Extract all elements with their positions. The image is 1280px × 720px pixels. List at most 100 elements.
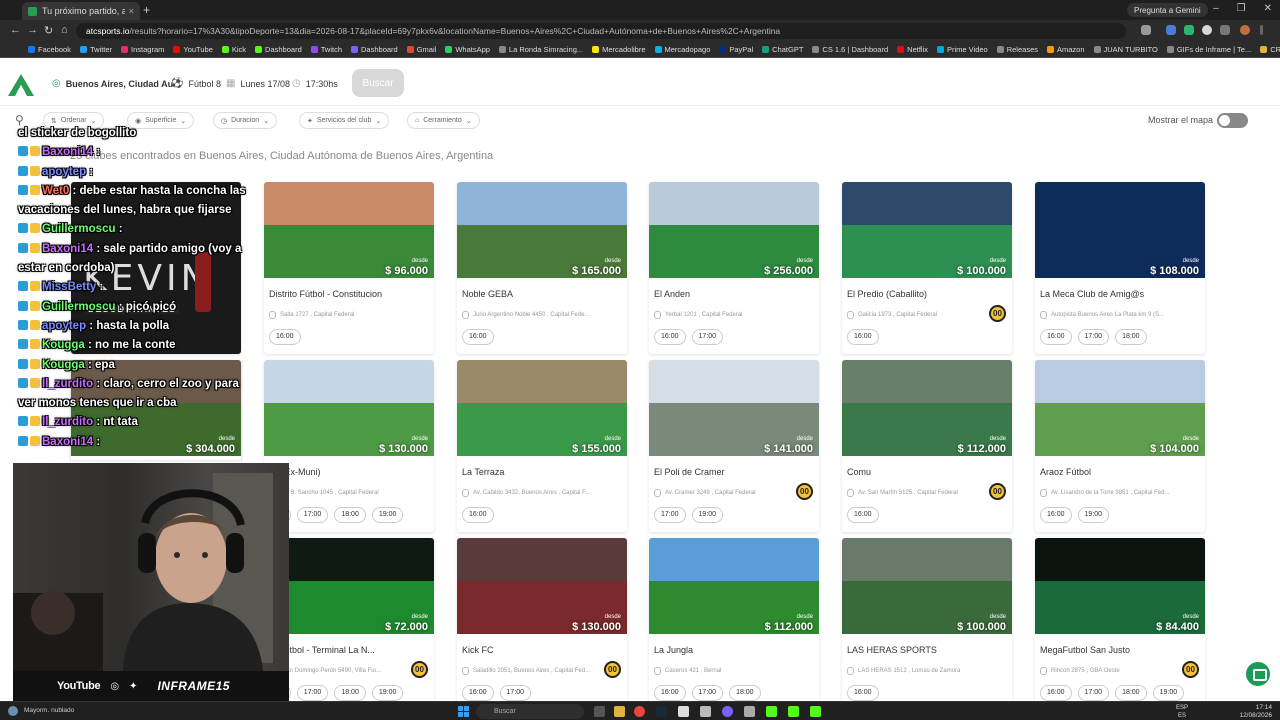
club-card[interactable]: desde $ 100.000 LAS HERAS SPORTS LAS HERAS … xyxy=(842,538,1012,710)
club-card[interactable]: desde $ 130.000 Kick FC Saladillo 2051, Bue… xyxy=(457,538,627,710)
app-icon[interactable] xyxy=(722,706,733,717)
time-slot-button[interactable]: 18:00 xyxy=(334,507,366,523)
bookmark-item[interactable]: CS 1.6 | Dashboard xyxy=(812,45,888,54)
search-button[interactable]: Buscar xyxy=(352,69,404,97)
bookmark-item[interactable]: Instagram xyxy=(121,45,164,54)
bookmark-item[interactable]: Gmail xyxy=(406,45,436,54)
minimize-icon[interactable]: – xyxy=(1213,3,1219,14)
bookmark-item[interactable]: CRIPTO xyxy=(1260,45,1280,54)
club-photo[interactable] xyxy=(842,182,1012,278)
browser-tab[interactable]: Tu próximo partido, a un lin × xyxy=(22,2,140,20)
windows-start-icon[interactable] xyxy=(458,706,469,717)
club-name[interactable]: Noble GEBA xyxy=(462,289,513,299)
time-slot-button[interactable]: 19:00 xyxy=(691,507,724,523)
club-name[interactable]: La Meca Club de Amig@s xyxy=(1040,289,1144,299)
chat-username[interactable]: Guillermoscu xyxy=(42,223,116,235)
language-indicator[interactable]: ESP ES xyxy=(1176,704,1188,720)
club-photo[interactable] xyxy=(1035,182,1205,278)
gemini-button[interactable]: Pregunta a Gemini xyxy=(1127,3,1208,17)
club-card[interactable]: desde $ 155.000 La Terraza Av. Cabildo 3432… xyxy=(457,360,627,532)
chat-username[interactable]: Il_zurdito xyxy=(42,416,93,428)
club-card[interactable]: desde $ 112.000 La Jungla Caseros 421 , Ber… xyxy=(649,538,819,710)
sport-field[interactable]: ⚽ Fútbol 8 xyxy=(171,78,221,89)
bookmark-item[interactable]: PayPal xyxy=(719,45,753,54)
time-slot-button[interactable]: 17:00 xyxy=(654,507,686,523)
close-window-icon[interactable]: ✕ xyxy=(1264,3,1272,14)
club-card[interactable]: desde $ 96.000 Distrito Fútbol - Constituc… xyxy=(264,182,434,354)
filter-services[interactable]: ✦ Servicios del club ⌄ xyxy=(299,112,390,129)
chat-username[interactable]: Kougga xyxy=(42,359,85,371)
club-card[interactable]: desde $ 256.000 El Anden Yerbal 1201 , Capi… xyxy=(649,182,819,354)
chat-username[interactable]: Guillermoscu xyxy=(42,301,116,313)
bookmark-item[interactable]: Mercadopago xyxy=(654,45,710,54)
chat-username[interactable]: MissBetty xyxy=(42,281,96,293)
chat-username[interactable]: apoytep xyxy=(42,320,86,332)
home-icon[interactable]: ⌂ xyxy=(61,24,68,36)
club-card[interactable]: desde $ 130.000 ad (Ex-Muni) uer B. Sancho … xyxy=(264,360,434,532)
chat-username[interactable]: apoytep xyxy=(42,166,86,178)
steam-icon[interactable] xyxy=(656,706,667,717)
system-clock[interactable]: 17:14 12/08/2026 xyxy=(1239,704,1272,720)
chat-support-icon[interactable] xyxy=(1246,662,1270,686)
chat-username[interactable]: Baxoni14 xyxy=(42,243,93,255)
time-slot-button[interactable]: 16:00 xyxy=(654,329,686,345)
chat-username[interactable]: Kougga xyxy=(42,339,85,351)
bookmark-item[interactable]: ChatGPT xyxy=(762,45,803,54)
time-slot-button[interactable]: 17:00 xyxy=(691,685,724,701)
chat-username[interactable]: Wet0 xyxy=(42,185,69,197)
time-slot-button[interactable]: 16:00 xyxy=(1040,685,1072,701)
chat-username[interactable]: Baxoni14 xyxy=(42,436,93,448)
task-view-icon[interactable] xyxy=(594,706,605,717)
time-slot-button[interactable]: 16:00 xyxy=(462,507,494,523)
bookmark-item[interactable]: La Ronda Simracing... xyxy=(498,45,583,54)
map-toggle[interactable] xyxy=(1217,113,1248,128)
time-slot-button[interactable]: 19:00 xyxy=(371,685,404,701)
club-name[interactable]: Distrito Fútbol - Constitucion xyxy=(269,289,382,299)
club-card[interactable]: desde $ 108.000 La Meca Club de Amig@s Auto… xyxy=(1035,182,1205,354)
time-slot-button[interactable]: 19:00 xyxy=(1152,685,1185,701)
app-icon[interactable] xyxy=(678,706,689,717)
bookmark-item[interactable]: Twitch xyxy=(310,45,342,54)
time-slot-button[interactable]: 17:00 xyxy=(1077,685,1110,701)
time-slot-button[interactable]: 18:00 xyxy=(1115,685,1147,701)
bookmark-item[interactable]: Releases xyxy=(996,45,1038,54)
kick-icon[interactable] xyxy=(788,706,799,717)
club-photo[interactable] xyxy=(264,360,434,456)
bookmark-item[interactable]: Twitter xyxy=(79,45,112,54)
time-slot-button[interactable]: 17:00 xyxy=(691,329,724,345)
time-slot-button[interactable]: 16:00 xyxy=(847,685,879,701)
bookmark-item[interactable]: YouTube xyxy=(173,45,213,54)
club-card[interactable]: desde $ 104.000 Araoz Fútbol Av. Lisandro d… xyxy=(1035,360,1205,532)
club-photo[interactable] xyxy=(649,538,819,634)
taskbar-search[interactable]: Buscar xyxy=(476,704,584,719)
club-photo[interactable] xyxy=(1035,538,1205,634)
time-slot-button[interactable]: 17:00 xyxy=(1077,329,1110,345)
time-slot-button[interactable]: 16:00 xyxy=(462,329,494,345)
time-slot-button[interactable]: 17:00 xyxy=(296,685,329,701)
time-slot-button[interactable]: 16:00 xyxy=(847,507,879,523)
location-field[interactable]: ◎ Buenos Aires, Ciudad Aut xyxy=(52,78,176,89)
time-slot-button[interactable]: 16:00 xyxy=(462,685,494,701)
bookmark-item[interactable]: JUAN TURBITO xyxy=(1093,45,1158,54)
bookmark-item[interactable]: Dashboard xyxy=(351,45,398,54)
club-card[interactable]: desde $ 72.000 to Futbol - Terminal La N..… xyxy=(264,538,434,710)
profile-avatar-icon[interactable] xyxy=(1240,25,1250,35)
club-name[interactable]: Kick FC xyxy=(462,645,494,655)
date-field[interactable]: ▦ Lunes 17/08 xyxy=(226,78,290,89)
extensions-puzzle-icon[interactable] xyxy=(1220,25,1230,35)
club-photo[interactable] xyxy=(842,538,1012,634)
url-bar[interactable]: atcsports.io/results?horario=17%3A30&tip… xyxy=(76,23,1126,39)
chat-username[interactable]: Baxoni14 xyxy=(42,146,93,158)
kick-icon[interactable] xyxy=(766,706,777,717)
extension-icon[interactable] xyxy=(1184,25,1194,35)
club-photo[interactable] xyxy=(1035,360,1205,456)
time-slot-button[interactable]: 16:00 xyxy=(269,329,301,345)
bookmark-item[interactable]: Dashboard xyxy=(255,45,302,54)
chrome-icon[interactable] xyxy=(634,706,645,717)
club-name[interactable]: La Jungla xyxy=(654,645,693,655)
time-slot-button[interactable]: 17:00 xyxy=(499,685,532,701)
club-photo[interactable] xyxy=(264,538,434,634)
club-card[interactable]: desde $ 112.000 Comu Av. San Martín 5125 , … xyxy=(842,360,1012,532)
bookmark-item[interactable]: Netflix xyxy=(897,45,928,54)
reload-icon[interactable]: ↻ xyxy=(44,24,53,37)
